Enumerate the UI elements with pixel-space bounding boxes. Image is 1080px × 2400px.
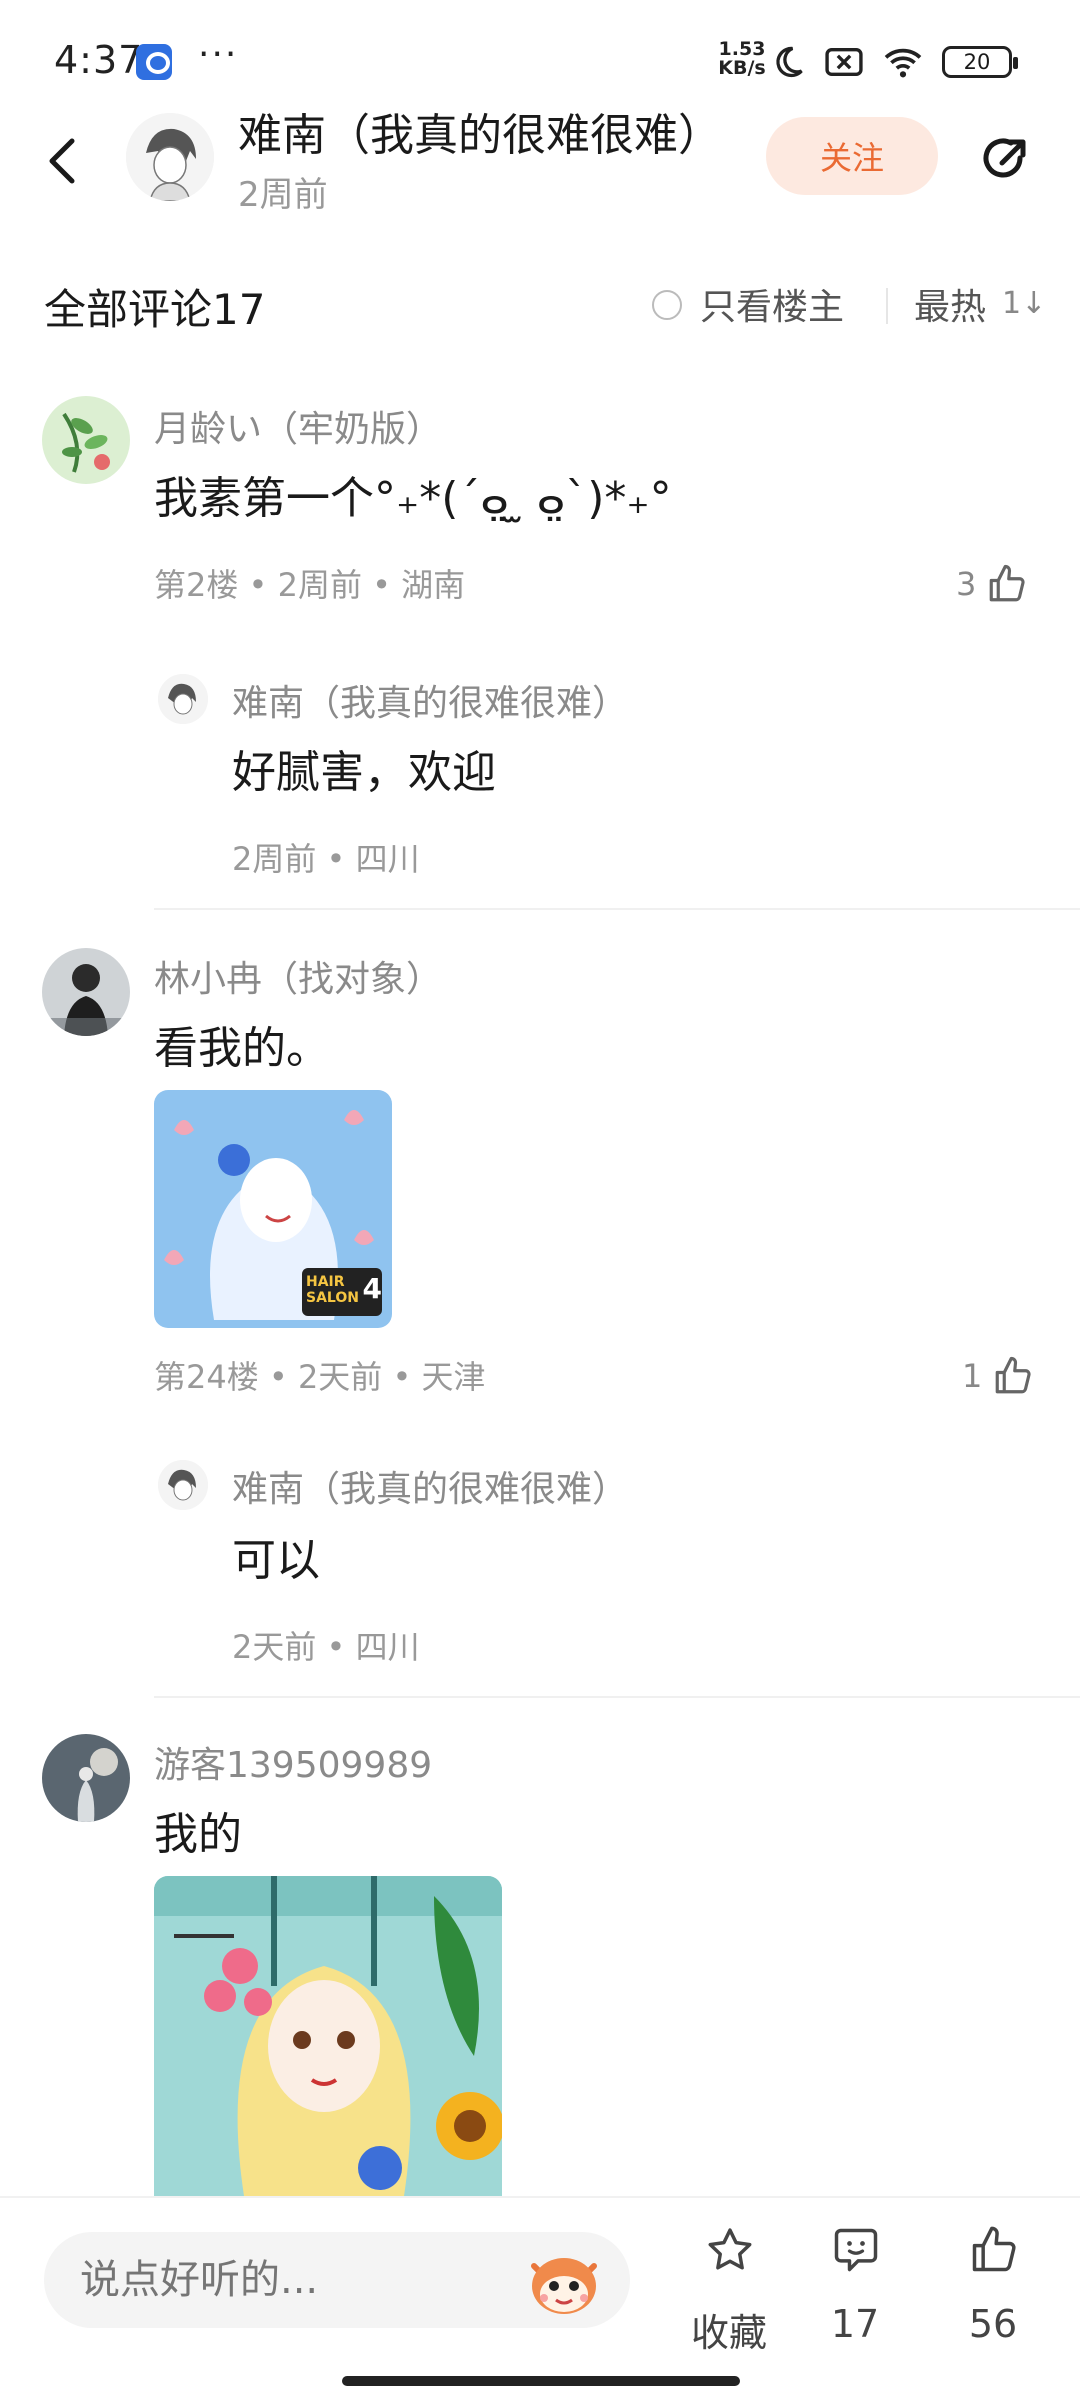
thumb-up-icon [990,564,1025,602]
comment-image[interactable]: HAIR SALON 4 [154,1090,392,1328]
comment-text: 我素第一个°₊*(´ⴰ̤ ̫ ⴰ̤`)*₊° [154,473,672,524]
replier-name[interactable]: 难南（我真的很难很难） [232,674,628,726]
battery-level: 20 [963,50,991,74]
like-count: 1 [962,1357,983,1395]
post-header: 难南（我真的很难很难） 2周前 关注 [0,95,1080,225]
author-name[interactable]: 难南（我真的很难很难） [238,99,722,163]
reply-meta: 2周前 • 四川 [232,840,420,878]
comment-filter-bar: 全部评论17 只看楼主 最热 1↓ [0,262,1080,350]
bottom-action-bar: 收藏 17 56 [0,2196,1080,2400]
like-count: 56 [968,2302,1018,2346]
status-icons: 20 [770,42,1018,82]
commenter-avatar[interactable] [42,948,130,1036]
post-time: 2周前 [238,175,328,215]
game-logo-badge: HAIR SALON 4 [306,1272,382,1307]
commenter-avatar[interactable] [42,396,130,484]
comment-count-title: 全部评论17 [44,285,266,334]
author-avatar[interactable] [126,113,214,201]
comment-meta: 第24楼 • 2天前 • 天津 [154,1358,486,1396]
reply-text: 可以 [232,1535,320,1586]
moon-icon [776,46,803,78]
sort-dropdown[interactable]: 最热 [914,278,986,330]
comment-divider [154,1696,1080,1698]
comment-bubble-icon [834,2228,878,2272]
commenter-name[interactable]: 游客139509989 [154,1736,432,1788]
star-icon [708,2228,752,2270]
replier-avatar[interactable] [158,1460,208,1510]
network-speed: 1.53 KB/s [712,40,772,78]
post-like-button[interactable]: 56 [938,2224,1048,2364]
favorite-button[interactable]: 收藏 [674,2224,784,2364]
comment-text: 我的 [154,1809,242,1860]
sim-off-icon [825,48,863,76]
wifi-icon [884,48,922,78]
reply-meta: 2天前 • 四川 [232,1628,420,1666]
app-notification-icon [136,44,172,80]
comment-count: 17 [830,2302,880,2346]
only-op-label[interactable]: 只看楼主 [700,278,844,330]
sort-toggle-icon[interactable]: 1↓ [1002,286,1046,321]
commenter-name[interactable]: 月龄い（牢奶版） [154,400,442,452]
commenter-avatar[interactable] [42,1734,130,1822]
status-time: 4:37 [54,38,144,82]
like-count: 3 [956,565,977,603]
comment-like-button[interactable]: 1 [962,1352,1034,1400]
share-icon[interactable] [972,127,1034,189]
commenter-name[interactable]: 林小冉（找对象） [154,950,442,1002]
comment-meta: 第2楼 • 2周前 • 湖南 [154,566,466,604]
thumb-up-icon [972,2226,1016,2272]
thumb-up-icon [996,1356,1031,1394]
favorite-label: 收藏 [690,2311,767,2355]
follow-button[interactable]: 关注 [766,117,938,195]
replier-avatar[interactable] [158,674,208,724]
home-indicator[interactable] [342,2376,740,2386]
back-arrow-icon[interactable] [40,133,90,189]
mascot-emoji-icon[interactable] [526,2246,602,2318]
battery-icon: 20 [942,46,1018,78]
comment-divider [154,908,1080,910]
reply-text: 好腻害，欢迎 [232,747,496,798]
replier-name[interactable]: 难南（我真的很难很难） [232,1460,628,1512]
comment-text: 看我的。 [154,1023,330,1074]
comment-like-button[interactable]: 3 [956,560,1028,608]
only-op-radio[interactable] [652,290,682,320]
network-speed-unit: KB/s [718,57,766,79]
more-notifications-icon: ··· [198,34,239,75]
filter-divider [886,288,888,324]
comment-button[interactable]: 17 [800,2224,910,2364]
comment-image[interactable] [154,1876,502,2196]
